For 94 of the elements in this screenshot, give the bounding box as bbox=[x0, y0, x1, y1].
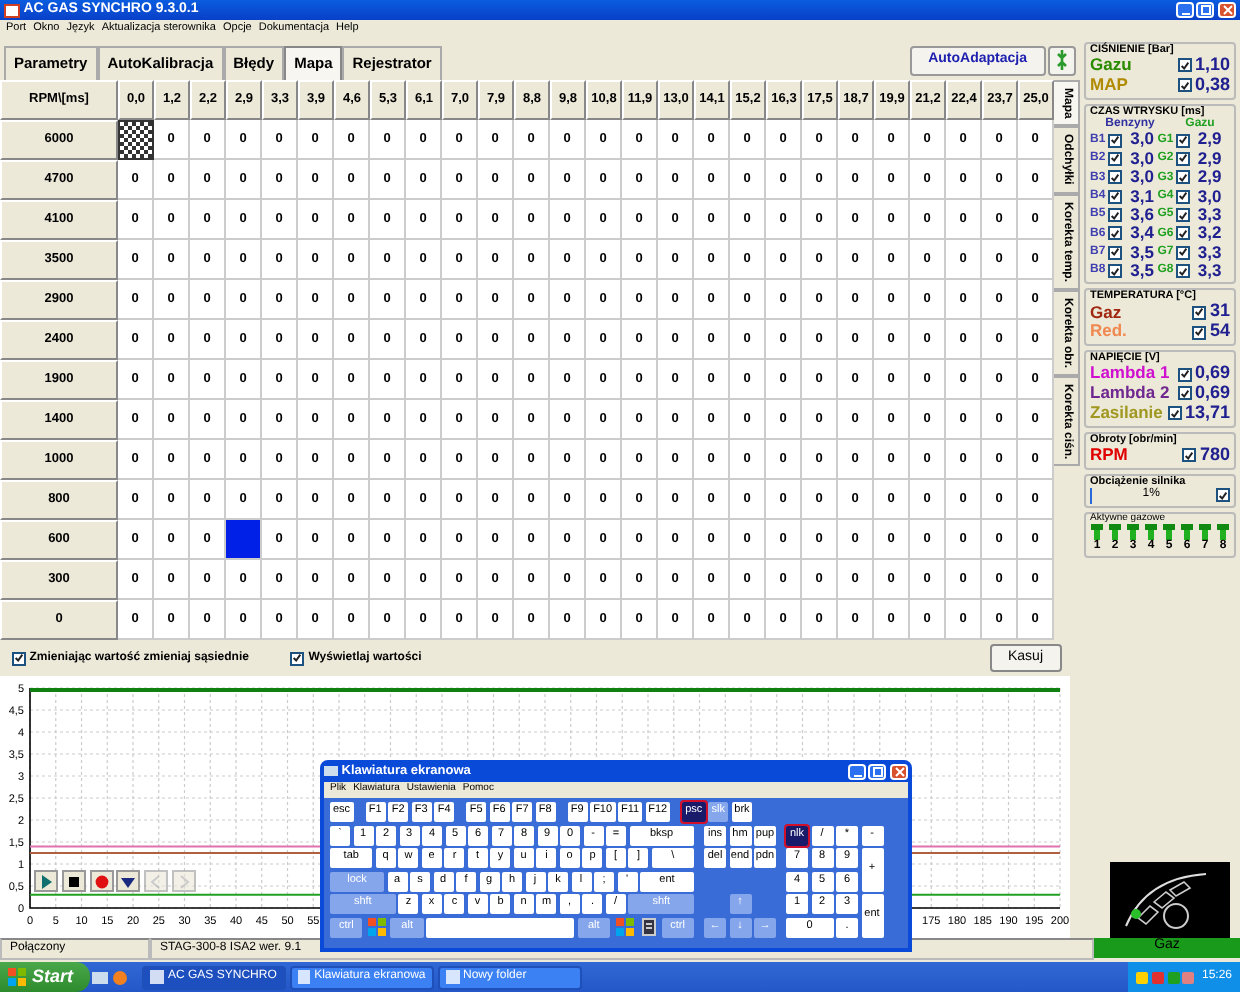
reading-value: 54 bbox=[1209, 322, 1230, 343]
reading-label: Gaz bbox=[1090, 303, 1124, 322]
checkbox[interactable] bbox=[1108, 170, 1122, 185]
checkbox[interactable] bbox=[1175, 189, 1190, 204]
tool-button[interactable] bbox=[1048, 45, 1077, 75]
maximize-icon bbox=[1198, 2, 1213, 18]
injection-value: 3,0 bbox=[1195, 187, 1222, 206]
checkbox[interactable] bbox=[1108, 226, 1122, 241]
checkbox[interactable] bbox=[1108, 245, 1122, 260]
window-icon bbox=[150, 970, 165, 984]
maximize-icon bbox=[870, 763, 885, 779]
checkbox[interactable] bbox=[1108, 151, 1122, 166]
checkbox[interactable] bbox=[1175, 264, 1190, 279]
injection-value: 3,6 bbox=[1128, 205, 1154, 225]
app-icon bbox=[4, 3, 20, 17]
windows-key[interactable] bbox=[365, 917, 388, 937]
injection-value: 2,9 bbox=[1195, 149, 1222, 169]
window-icon bbox=[297, 970, 311, 984]
close-icon bbox=[892, 763, 906, 779]
windows-logo-icon bbox=[367, 918, 386, 936]
play-button[interactable] bbox=[34, 870, 58, 892]
reading-label: Gazu bbox=[1090, 56, 1134, 76]
logo bbox=[1110, 862, 1230, 938]
close-button[interactable] bbox=[890, 763, 908, 779]
down-button[interactable] bbox=[116, 870, 141, 892]
reading-label: Lambda 2 bbox=[1090, 384, 1172, 404]
menu-key[interactable] bbox=[638, 917, 659, 937]
windows-logo-icon bbox=[615, 918, 634, 936]
checkbox[interactable] bbox=[1108, 189, 1122, 204]
table-cell[interactable] bbox=[226, 520, 262, 560]
window-icon bbox=[445, 970, 460, 984]
checkbox[interactable] bbox=[1175, 170, 1190, 185]
menu-icon bbox=[641, 918, 656, 936]
checkbox[interactable] bbox=[1175, 245, 1190, 260]
checkbox[interactable] bbox=[1108, 133, 1122, 148]
minimize-button[interactable] bbox=[847, 763, 865, 779]
injection-value: 3,3 bbox=[1195, 261, 1222, 281]
injection-value: 2,9 bbox=[1195, 168, 1222, 187]
checkbox[interactable] bbox=[1175, 133, 1190, 148]
checkbox[interactable] bbox=[1175, 208, 1190, 223]
desktop-icon[interactable] bbox=[92, 969, 109, 985]
checkbox[interactable] bbox=[1167, 406, 1182, 421]
checkbox[interactable] bbox=[1108, 208, 1122, 223]
injection-value: 3,3 bbox=[1195, 205, 1222, 225]
checkbox[interactable] bbox=[1175, 226, 1190, 241]
close-button[interactable] bbox=[1218, 2, 1236, 18]
stop-button[interactable] bbox=[61, 870, 86, 892]
checkbox[interactable] bbox=[1216, 488, 1230, 503]
checkbox[interactable] bbox=[12, 651, 26, 665]
checkbox[interactable] bbox=[1192, 325, 1207, 340]
checkbox[interactable] bbox=[290, 651, 305, 665]
checkbox[interactable] bbox=[1108, 264, 1122, 279]
reading-label: Red. bbox=[1090, 322, 1129, 342]
minimize-button[interactable] bbox=[1175, 2, 1193, 18]
injection-value: 3,0 bbox=[1128, 149, 1154, 169]
injection-value: 3,2 bbox=[1195, 224, 1222, 244]
reading-value: 0,69 bbox=[1194, 364, 1230, 384]
injection-value: 3,3 bbox=[1195, 243, 1222, 262]
checkbox[interactable] bbox=[1175, 151, 1190, 166]
reading-label: RPM bbox=[1090, 446, 1129, 465]
injection-value: 3,4 bbox=[1128, 224, 1154, 244]
reading-value: 1,10 bbox=[1194, 56, 1230, 76]
reading-value: 31 bbox=[1209, 302, 1230, 323]
injection-value: 3,0 bbox=[1130, 130, 1154, 150]
reading-label: Zasilanie bbox=[1090, 404, 1164, 423]
keyboard-icon bbox=[324, 766, 338, 776]
space-key[interactable] bbox=[426, 917, 575, 937]
checkbox[interactable] bbox=[1177, 386, 1192, 401]
reading-value: 0,69 bbox=[1194, 383, 1230, 404]
injection-value: 3,1 bbox=[1128, 187, 1154, 206]
injection-value: 3,5 bbox=[1128, 243, 1154, 262]
reading-value: 0,38 bbox=[1194, 75, 1230, 96]
hatched-cell[interactable] bbox=[118, 120, 154, 160]
checkbox[interactable] bbox=[1182, 448, 1197, 463]
injection-value: 2,9 bbox=[1195, 130, 1222, 150]
close-icon bbox=[1220, 2, 1234, 18]
maximize-button[interactable] bbox=[868, 763, 887, 779]
play-icon bbox=[36, 871, 56, 891]
reading-label: Lambda 1 bbox=[1090, 364, 1172, 384]
checkbox[interactable] bbox=[1177, 367, 1192, 382]
injection-value: 3,0 bbox=[1128, 168, 1154, 187]
maximize-button[interactable] bbox=[1196, 2, 1215, 18]
windows-logo-icon bbox=[8, 968, 26, 986]
reading-value: 780 bbox=[1199, 445, 1230, 466]
reading-label: MAP bbox=[1090, 76, 1130, 96]
record-icon bbox=[91, 871, 111, 891]
checkbox[interactable] bbox=[1177, 58, 1192, 73]
checkbox[interactable] bbox=[1177, 78, 1192, 93]
reading-value: 13,71 bbox=[1184, 403, 1230, 424]
record-button[interactable] bbox=[89, 870, 113, 892]
injection-value: 3,5 bbox=[1128, 261, 1154, 281]
stop-icon bbox=[63, 871, 84, 891]
checkbox[interactable] bbox=[1192, 305, 1207, 320]
start-button[interactable]: Start bbox=[0, 962, 90, 992]
